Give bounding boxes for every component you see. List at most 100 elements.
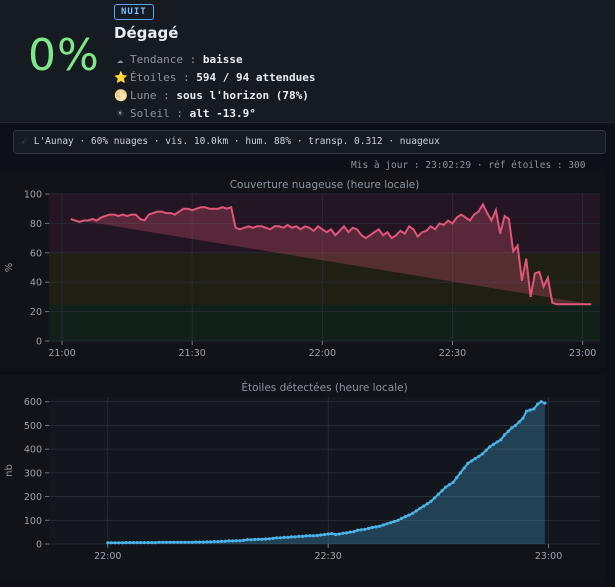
trend-row: ☁ Tendance : baisse bbox=[114, 53, 243, 66]
y-tick-label: 20 bbox=[30, 307, 42, 318]
data-point bbox=[117, 541, 121, 545]
data-point bbox=[370, 525, 374, 529]
data-point bbox=[187, 540, 191, 544]
data-point bbox=[308, 534, 312, 538]
data-point bbox=[142, 541, 147, 545]
data-point bbox=[392, 519, 396, 524]
y-tick-label: 400 bbox=[24, 445, 42, 456]
data-point bbox=[389, 521, 393, 525]
stars-chart-panel: Étoiles détectées (heure locale) nb 0 100 20… bbox=[0, 375, 606, 580]
threshold-band bbox=[49, 304, 600, 341]
data-point bbox=[491, 442, 496, 446]
data-point bbox=[333, 532, 338, 537]
data-point bbox=[120, 541, 125, 545]
x-tick-label: 22:00 bbox=[309, 348, 336, 359]
data-point bbox=[220, 539, 224, 543]
data-point bbox=[484, 448, 488, 452]
y-tick-label: 0 bbox=[36, 337, 42, 348]
data-point bbox=[267, 537, 271, 541]
data-point bbox=[528, 408, 532, 412]
data-point bbox=[297, 534, 301, 538]
data-point bbox=[209, 540, 213, 544]
data-point bbox=[411, 511, 415, 515]
data-point bbox=[260, 537, 264, 541]
data-point bbox=[367, 526, 371, 530]
data-point bbox=[378, 524, 382, 528]
moon-label: Lune : bbox=[130, 89, 170, 102]
data-point bbox=[499, 438, 503, 442]
data-point bbox=[212, 540, 216, 544]
y-tick-label: 600 bbox=[24, 397, 42, 408]
data-point bbox=[150, 541, 154, 545]
moon-row: 🌕 Lune : sous l'horizon (78%) bbox=[114, 89, 309, 102]
data-point bbox=[359, 528, 363, 532]
x-tick-label: 22:00 bbox=[94, 551, 121, 562]
data-point bbox=[172, 540, 176, 544]
cloud-chart: Couverture nuageuse (heure locale)% 0 20 40… bbox=[4, 179, 600, 359]
data-point bbox=[109, 541, 113, 545]
data-point bbox=[363, 527, 367, 531]
stars-row: ⭐ Étoiles : 594 / 94 attendues bbox=[114, 71, 315, 84]
data-point bbox=[447, 483, 451, 487]
data-point bbox=[458, 471, 462, 475]
data-point bbox=[194, 540, 198, 544]
data-point bbox=[532, 407, 536, 411]
x-tick-label: 22:30 bbox=[314, 551, 341, 562]
x-tick-label: 23:00 bbox=[569, 348, 596, 359]
data-point bbox=[337, 532, 341, 536]
star-icon: ⭐ bbox=[114, 71, 128, 84]
data-point bbox=[322, 532, 327, 537]
sun-value: alt -13.9° bbox=[189, 107, 256, 120]
data-point bbox=[381, 523, 385, 527]
data-point bbox=[242, 538, 246, 542]
data-point bbox=[319, 533, 323, 537]
data-point bbox=[231, 539, 235, 543]
cloud-icon: ☁ bbox=[116, 53, 124, 66]
data-point bbox=[128, 541, 132, 545]
x-tick-label: 22:30 bbox=[439, 348, 466, 359]
data-point bbox=[282, 535, 286, 539]
y-tick-label: 200 bbox=[24, 492, 42, 503]
data-point bbox=[161, 540, 165, 544]
data-point bbox=[455, 476, 459, 480]
data-point bbox=[385, 522, 389, 526]
data-point bbox=[164, 540, 169, 544]
data-point bbox=[293, 535, 297, 539]
data-point bbox=[278, 536, 282, 540]
update-timestamp: Mis à jour : 23:02:29 · réf étoiles : 30… bbox=[351, 160, 586, 170]
data-point bbox=[256, 537, 260, 541]
data-point bbox=[473, 457, 477, 461]
data-point bbox=[253, 537, 257, 542]
data-point bbox=[466, 461, 470, 465]
data-point bbox=[286, 535, 290, 539]
data-point bbox=[245, 538, 249, 542]
data-point bbox=[418, 506, 422, 510]
data-point bbox=[429, 499, 433, 503]
data-point bbox=[205, 540, 209, 544]
data-point bbox=[315, 533, 319, 538]
data-point bbox=[502, 433, 507, 437]
data-point bbox=[168, 540, 172, 544]
location-text: L'Aunay · 60% nuages · vis. 10.0km · hum… bbox=[33, 136, 440, 147]
data-point bbox=[352, 530, 356, 534]
data-point bbox=[238, 539, 242, 543]
data-point bbox=[510, 426, 514, 430]
data-point bbox=[234, 539, 238, 543]
data-point bbox=[348, 530, 352, 534]
data-point bbox=[488, 445, 492, 449]
data-point bbox=[477, 454, 481, 458]
y-tick-label: 100 bbox=[24, 190, 42, 201]
night-badge: NUIT bbox=[114, 4, 154, 20]
weather-icon: ☄ bbox=[22, 136, 28, 147]
data-point bbox=[422, 504, 426, 508]
data-point bbox=[227, 539, 231, 543]
stars-label: Étoiles : bbox=[130, 71, 190, 84]
data-point bbox=[271, 536, 275, 540]
status-card: NUIT 0% Dégagé ☁ Tendance : baisse ⭐ Étoil… bbox=[0, 0, 615, 123]
data-point bbox=[344, 531, 349, 535]
data-point bbox=[264, 537, 268, 541]
y-tick-label: 0 bbox=[36, 540, 42, 551]
data-point bbox=[521, 416, 525, 420]
data-point bbox=[513, 423, 518, 428]
trend-label: Tendance : bbox=[130, 53, 197, 66]
